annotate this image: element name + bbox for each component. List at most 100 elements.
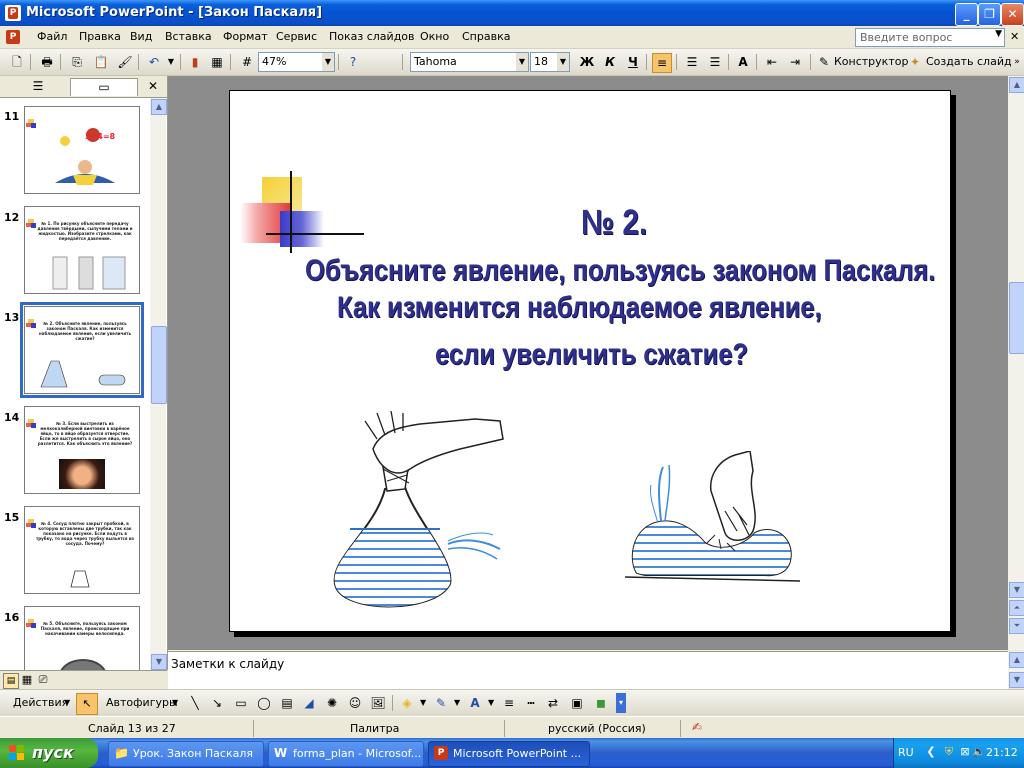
menu-insert[interactable]: Вставка: [165, 30, 212, 43]
dash-style-icon[interactable]: ┅: [522, 694, 540, 712]
slide-scrollbar[interactable]: ▲ ▼ ⏶ ⏷: [1008, 76, 1024, 650]
align-left-icon[interactable]: ≡: [652, 53, 672, 73]
menu-window[interactable]: Окно: [420, 30, 449, 43]
undo-dropdown-icon[interactable]: ▼: [162, 53, 180, 71]
language-indicator[interactable]: RU: [898, 746, 914, 759]
line-style-icon[interactable]: ≡: [500, 694, 518, 712]
paste-icon[interactable]: 📋: [92, 53, 110, 71]
next-slide-icon[interactable]: ⏷: [1009, 618, 1024, 634]
diagram-icon[interactable]: ✺: [323, 694, 341, 712]
chevron-down-icon[interactable]: ▼: [454, 698, 460, 707]
shadow-style-icon[interactable]: ▣: [568, 694, 586, 712]
close-icon[interactable]: ✕: [146, 78, 160, 95]
chevron-down-icon[interactable]: ▼: [322, 53, 334, 71]
tab-slides[interactable]: ▭: [70, 78, 138, 96]
restore-button[interactable]: ❐: [978, 3, 1001, 26]
rectangle-tool-icon[interactable]: ▭: [232, 694, 250, 712]
bulleted-list-icon[interactable]: ☰: [706, 53, 724, 71]
oval-tool-icon[interactable]: ◯: [255, 694, 273, 712]
minimize-button[interactable]: _: [955, 3, 978, 26]
new-slide-button[interactable]: Создать слайд: [926, 55, 1012, 68]
arrow-tool-icon[interactable]: ↘: [208, 694, 226, 712]
3d-style-icon[interactable]: ◼: [592, 694, 610, 712]
network-icon[interactable]: ⊠: [958, 745, 972, 759]
chevron-down-icon[interactable]: ▼: [557, 53, 569, 71]
autoshapes-menu[interactable]: Автофигуры: [106, 696, 178, 709]
menu-format[interactable]: Формат: [223, 30, 268, 43]
toolbar-options-icon[interactable]: ▾: [616, 693, 626, 713]
slide-sorter-icon[interactable]: ▦: [20, 673, 34, 687]
scroll-thumb[interactable]: [151, 326, 167, 404]
slide-thumbnail-13[interactable]: № 2. Объясните явление, пользуясь законо…: [20, 302, 144, 398]
scroll-down-icon[interactable]: ▼: [151, 654, 167, 670]
help-search-input[interactable]: Введите вопрос ▼: [855, 28, 1005, 47]
chevron-down-icon[interactable]: ▼: [488, 698, 494, 707]
slide-thumbnail-14[interactable]: № 3. Если выстрелить из мелкокалиберной …: [24, 406, 140, 494]
start-button[interactable]: пуск: [0, 738, 98, 768]
spelling-icon[interactable]: ✍: [692, 720, 702, 734]
taskbar-item-word[interactable]: W forma_plan - Microsof...: [268, 741, 424, 767]
clipart-icon[interactable]: ☺: [346, 694, 364, 712]
slide-thumbnail-16[interactable]: № 5. Объясните, пользуясь законом Паскал…: [24, 606, 140, 670]
notes-pane[interactable]: Заметки к слайду: [168, 651, 1008, 689]
actions-menu[interactable]: Действия: [13, 696, 68, 709]
scroll-down-icon[interactable]: ▼: [1009, 672, 1024, 688]
chevron-down-icon[interactable]: ▼: [995, 29, 1002, 39]
slide-thumbnail-12[interactable]: № 1. По рисунку объясните передачу давле…: [24, 206, 140, 294]
help-icon[interactable]: ?: [344, 53, 362, 71]
menu-view[interactable]: Вид: [130, 30, 152, 43]
chevron-down-icon[interactable]: ▼: [172, 698, 178, 707]
normal-view-icon[interactable]: ▤: [3, 673, 19, 689]
grid-icon[interactable]: #: [238, 53, 256, 71]
zoom-select[interactable]: 47% ▼: [258, 52, 335, 72]
scroll-up-icon[interactable]: ▲: [151, 99, 167, 115]
italic-button[interactable]: К: [601, 53, 619, 71]
scroll-down-icon[interactable]: ▼: [1009, 582, 1024, 598]
increase-indent-icon[interactable]: ⇥: [786, 53, 804, 71]
chevron-down-icon[interactable]: ▼: [64, 698, 70, 707]
insert-chart-icon[interactable]: ▮: [186, 53, 204, 71]
chevron-left-icon[interactable]: ❮: [924, 745, 938, 759]
line-tool-icon[interactable]: ╲: [186, 694, 204, 712]
underline-button[interactable]: Ч: [624, 53, 642, 71]
scroll-up-icon[interactable]: ▲: [1009, 77, 1024, 93]
format-painter-icon[interactable]: 🖌: [116, 53, 134, 71]
taskbar-item-folder[interactable]: 📁 Урок. Закон Паскаля: [108, 741, 264, 767]
menu-file[interactable]: Файл: [37, 30, 67, 43]
chevron-down-icon[interactable]: ▼: [420, 698, 426, 707]
slide-thumbnail-15[interactable]: № 4. Сосуд плотно закрыт пробкой, в кото…: [24, 506, 140, 594]
arrow-style-icon[interactable]: ⇄: [544, 694, 562, 712]
font-size-select[interactable]: 18 ▼: [530, 52, 570, 72]
decrease-indent-icon[interactable]: ⇤: [763, 53, 781, 71]
undo-icon[interactable]: ↶: [145, 53, 163, 71]
fill-color-icon[interactable]: ◈: [398, 694, 416, 712]
picture-icon[interactable]: 🖼: [369, 694, 387, 712]
menu-tools[interactable]: Сервис: [276, 30, 317, 43]
insert-table-icon[interactable]: ▦: [208, 53, 226, 71]
scroll-up-icon[interactable]: ▲: [1009, 652, 1024, 668]
bold-button[interactable]: Ж: [578, 53, 596, 71]
chevron-down-icon[interactable]: ▼: [516, 53, 528, 71]
slide-thumbnail-11[interactable]: 3+4=8: [24, 106, 140, 194]
wordart-icon[interactable]: ◢: [300, 694, 318, 712]
close-document-icon[interactable]: ✕: [1010, 30, 1019, 43]
previous-slide-icon[interactable]: ⏶: [1009, 600, 1024, 616]
tab-outline[interactable]: ☰: [8, 78, 68, 95]
volume-icon[interactable]: 🔈: [972, 745, 986, 759]
shield-icon[interactable]: ⛨: [942, 745, 956, 759]
slideshow-view-icon[interactable]: ⎚: [36, 673, 50, 687]
taskbar-item-powerpoint[interactable]: P Microsoft PowerPoint ...: [428, 741, 590, 767]
menu-help[interactable]: Справка: [462, 30, 510, 43]
select-pointer-icon[interactable]: ↖: [76, 693, 98, 715]
textbox-tool-icon[interactable]: ▤: [278, 694, 296, 712]
thumbnails-scrollbar[interactable]: ▲ ▼: [150, 98, 167, 670]
document-icon[interactable]: P: [6, 30, 20, 44]
print-icon[interactable]: 🖶: [38, 53, 56, 71]
numbered-list-icon[interactable]: ☰: [683, 53, 701, 71]
new-document-icon[interactable]: 🗋: [8, 53, 26, 71]
toolbar-options-icon[interactable]: »: [1008, 53, 1024, 71]
line-color-icon[interactable]: ✎: [432, 694, 450, 712]
font-name-select[interactable]: Tahoma ▼: [410, 52, 529, 72]
scroll-thumb[interactable]: [1009, 282, 1024, 354]
close-button[interactable]: ✕: [1001, 3, 1024, 26]
